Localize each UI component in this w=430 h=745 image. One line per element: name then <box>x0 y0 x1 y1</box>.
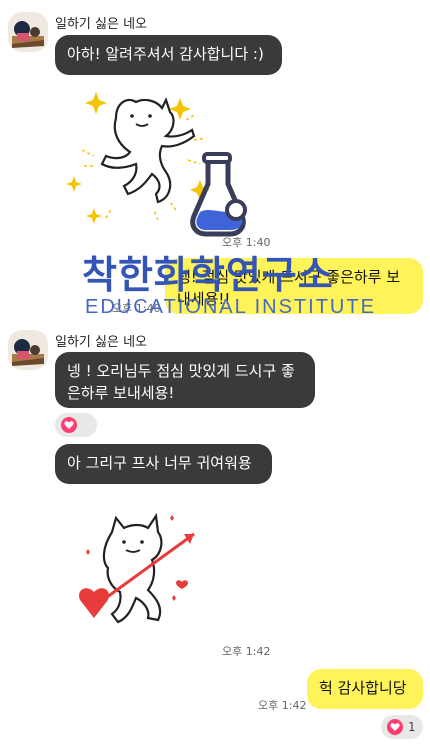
reaction-count: 1 <box>408 720 416 734</box>
avatar-image <box>8 330 48 370</box>
avatar[interactable] <box>8 12 48 52</box>
avatar-image <box>8 12 48 52</box>
incoming-message[interactable]: 아 그리구 프사 너무 귀여워용 <box>55 444 272 484</box>
watermark-title: 착한화학연구소 <box>82 255 334 297</box>
outgoing-message[interactable]: 헉 감사합니당 <box>307 669 423 709</box>
heart-icon <box>61 417 77 433</box>
avatar[interactable] <box>8 330 48 370</box>
heart-icon <box>387 719 403 735</box>
timestamp: 오후 1:42 <box>222 645 271 658</box>
flask-icon <box>186 150 256 238</box>
sender-name: 일하기 싫은 네오 <box>55 335 147 350</box>
incoming-message[interactable]: 넹 ! 오리님두 점심 맛있게 드시구 좋은하루 보내세용! <box>55 352 315 408</box>
sender-name: 일하기 싫은 네오 <box>55 17 147 32</box>
reaction-badge[interactable]: 1 <box>381 715 423 739</box>
reaction-badge[interactable] <box>55 413 97 437</box>
incoming-message[interactable]: 아하! 알려주셔서 감사합니다 :) <box>55 35 282 75</box>
timestamp: 오후 1:42 <box>258 699 307 712</box>
neo-heart-arrow-sticker[interactable] <box>72 512 202 640</box>
watermark-subtitle: EDUCATIONAL INSTITUTE <box>85 296 376 318</box>
